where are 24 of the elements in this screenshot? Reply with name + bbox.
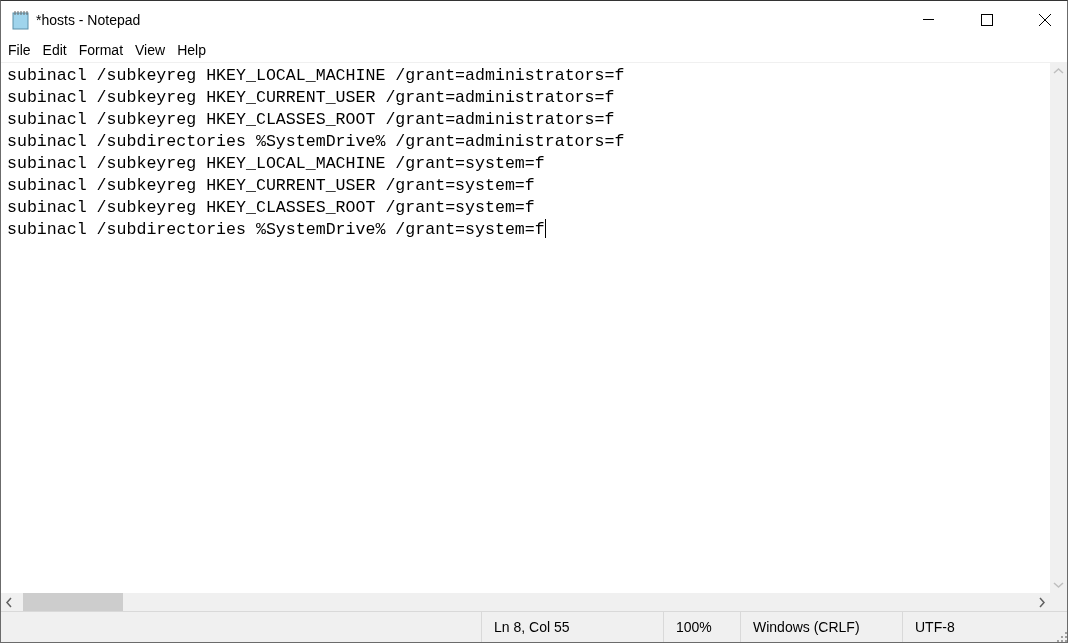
text-line: subinacl /subkeyreg HKEY_LOCAL_MACHINE /grant=system=f (7, 153, 545, 175)
text-line: subinacl /subkeyreg HKEY_CURRENT_USER /grant=administrators=f (7, 87, 615, 109)
menu-item[interactable]: Help (171, 40, 212, 60)
status-text: 100% (676, 619, 712, 635)
text-line: subinacl /subkeyreg HKEY_CURRENT_USER /grant=system=f (7, 175, 535, 197)
minimize-icon (923, 19, 934, 20)
text-line: subinacl /subdirectories %SystemDrive% /grant=system=f (7, 219, 546, 241)
maximize-icon (980, 13, 993, 26)
text-line: subinacl /subkeyreg HKEY_CLASSES_ROOT /grant=system=f (7, 197, 535, 219)
text-line: subinacl /subdirectories %SystemDrive% /grant=administrators=f (7, 131, 625, 153)
menu-item[interactable]: Edit (36, 40, 73, 60)
window-title: *hosts - Notepad (36, 11, 142, 28)
close-icon (1038, 13, 1051, 26)
text-line: subinacl /subkeyreg HKEY_CLASSES_ROOT /grant=administrators=f (7, 109, 615, 131)
menu-item[interactable]: View (129, 40, 172, 60)
status-text: Ln 8, Col 55 (494, 619, 570, 635)
status-text: Windows (CRLF) (753, 619, 860, 635)
notepad-icon (12, 9, 30, 30)
menu-item[interactable]: File (2, 40, 37, 60)
scrollbar-thumb[interactable] (23, 593, 123, 611)
text-line: subinacl /subkeyreg HKEY_LOCAL_MACHINE /grant=administrators=f (7, 65, 625, 87)
menu-item[interactable]: Format (72, 40, 130, 60)
status-text: UTF-8 (915, 619, 955, 635)
resize-grip-icon[interactable] (1057, 632, 1067, 642)
